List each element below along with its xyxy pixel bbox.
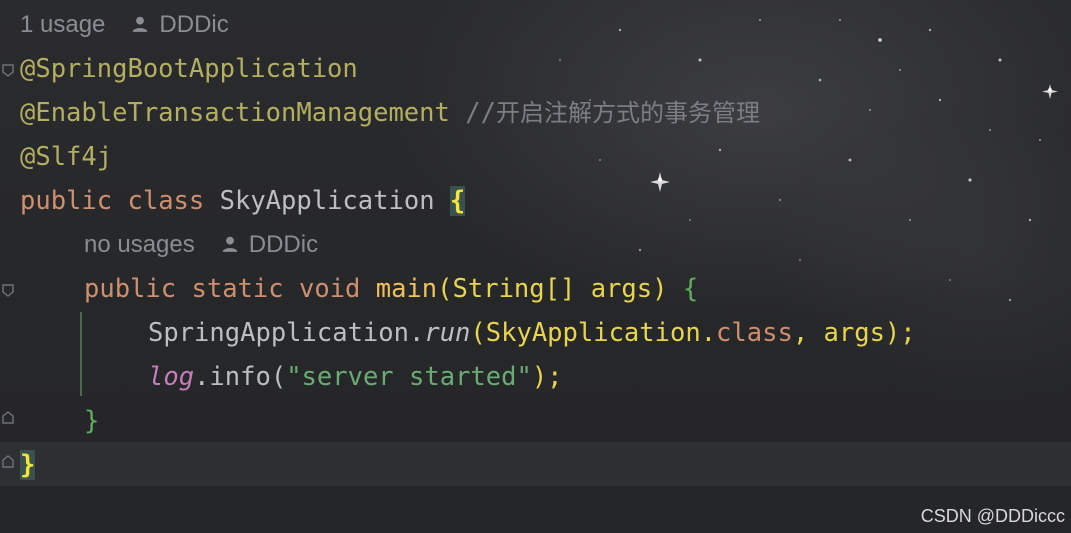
code-line-5[interactable]: public static void main(String[] args) { xyxy=(84,269,698,309)
keyword-public: public xyxy=(20,186,113,216)
current-line-highlight xyxy=(0,442,1071,486)
usages-count[interactable]: no usages xyxy=(84,231,195,258)
annotation: @Slf4j xyxy=(20,142,113,172)
author-name[interactable]: DDDic xyxy=(249,231,318,258)
method-open-brace: { xyxy=(682,274,699,304)
fold-marker-icon[interactable] xyxy=(0,62,16,78)
fold-marker-icon[interactable] xyxy=(0,282,16,298)
annotation: @EnableTransactionManagement xyxy=(20,98,450,128)
code-line-3[interactable]: @Slf4j xyxy=(20,137,112,177)
class-name: SkyApplication xyxy=(219,186,435,216)
author-name[interactable]: DDDic xyxy=(159,11,228,38)
indent-guide xyxy=(80,312,82,396)
code-line-9[interactable]: } xyxy=(20,445,36,485)
code-line-1[interactable]: @SpringBootApplication xyxy=(20,49,358,89)
method-inlay-hint[interactable]: no usages DDDic xyxy=(84,230,318,260)
log-field: log xyxy=(148,362,195,392)
params: (String[] args) xyxy=(437,274,668,304)
info-call: .info( xyxy=(194,362,287,392)
method-name: main xyxy=(375,274,438,304)
code-line-8[interactable]: } xyxy=(84,401,99,441)
keyword-class: class xyxy=(127,186,205,216)
args-open: (SkyApplication. xyxy=(470,318,717,348)
code-line-6[interactable]: SpringApplication.run(SkyApplication.cla… xyxy=(148,313,916,353)
class-inlay-hint[interactable]: 1 usage DDDic xyxy=(20,10,229,40)
code-line-2[interactable]: @EnableTransactionManagement //开启注解方式的事务… xyxy=(20,93,760,133)
matched-brace: { xyxy=(449,186,466,216)
code-line-7[interactable]: log.info("server started"); xyxy=(148,357,563,397)
person-icon xyxy=(133,16,148,32)
watermark: CSDN @DDDiccc xyxy=(920,506,1065,526)
fold-end-marker-icon[interactable] xyxy=(0,410,16,426)
matched-brace: } xyxy=(20,450,36,480)
keyword-public: public xyxy=(84,274,177,304)
keyword-static: static xyxy=(191,274,284,304)
comment-text: 开启注解方式的事务管理 xyxy=(495,99,760,127)
fold-end-marker-icon[interactable] xyxy=(0,454,16,470)
keyword-class: class xyxy=(716,318,793,348)
call-close: ); xyxy=(531,362,563,392)
person-icon xyxy=(222,236,238,252)
comment-prefix: // xyxy=(465,98,496,128)
args-close: , args); xyxy=(792,318,916,348)
code-line-4[interactable]: public class SkyApplication { xyxy=(20,181,466,221)
usages-count[interactable]: 1 usage xyxy=(20,11,105,38)
keyword-void: void xyxy=(298,274,361,304)
static-method: run xyxy=(424,318,471,348)
method-close-brace: } xyxy=(84,406,100,436)
annotation: @SpringBootApplication xyxy=(20,54,358,84)
string-literal: "server started" xyxy=(286,362,532,392)
receiver: SpringApplication. xyxy=(148,318,425,348)
